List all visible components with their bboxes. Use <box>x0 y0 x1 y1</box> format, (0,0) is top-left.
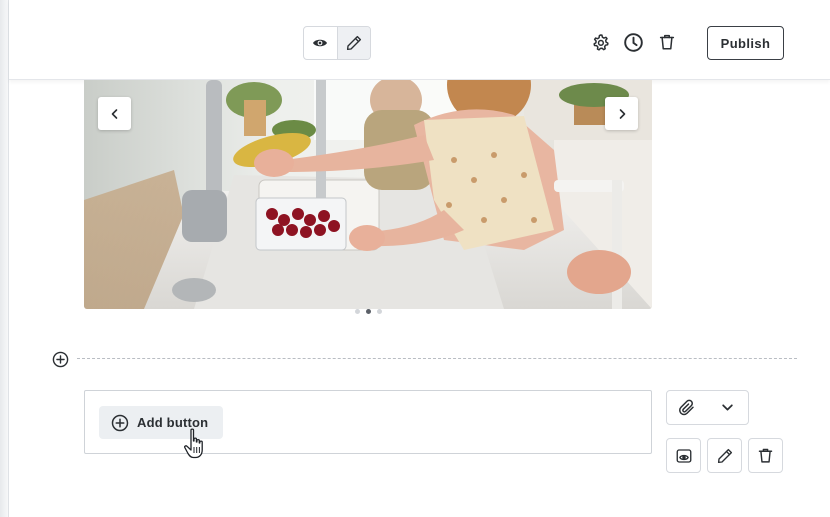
mode-toggle-group <box>303 26 371 60</box>
attach-dropdown-button[interactable] <box>708 391 749 424</box>
delete-page-button[interactable] <box>656 31 678 53</box>
trash-icon <box>758 448 773 463</box>
clock-icon <box>623 32 643 52</box>
attach-button[interactable] <box>667 391 708 424</box>
carousel-dot[interactable] <box>354 308 360 314</box>
toggle-visibility-button[interactable] <box>666 438 701 473</box>
delete-block-button[interactable] <box>748 438 783 473</box>
history-button[interactable] <box>622 31 644 53</box>
edit-mode-button[interactable] <box>336 27 370 59</box>
settings-button[interactable] <box>589 31 611 53</box>
pencil-icon <box>346 35 362 51</box>
carousel-dot-active[interactable] <box>365 308 371 314</box>
chevron-right-icon <box>619 108 625 119</box>
add-section-button[interactable] <box>51 350 69 368</box>
paperclip-icon <box>679 399 694 415</box>
preview-mode-button[interactable] <box>304 27 337 59</box>
eye-slash-icon <box>676 448 691 463</box>
top-toolbar: Publish <box>9 0 830 80</box>
eye-icon <box>313 39 328 47</box>
carousel-image <box>84 80 652 309</box>
pencil-icon <box>717 448 732 463</box>
attachment-group <box>666 390 749 425</box>
hand-pointer-cursor-icon <box>184 428 203 459</box>
carousel-pagination <box>348 307 388 315</box>
left-panel-edge <box>0 0 9 517</box>
gear-icon <box>592 33 609 51</box>
chevron-left-icon <box>111 108 117 119</box>
page: Publish Add button <box>0 0 830 517</box>
plus-circle-icon <box>52 351 68 367</box>
edit-block-button[interactable] <box>707 438 742 473</box>
carousel-next-button[interactable] <box>605 97 638 130</box>
carousel-dot[interactable] <box>376 308 382 314</box>
button-block[interactable]: Add button <box>84 390 652 454</box>
trash-icon <box>659 34 675 50</box>
publish-button[interactable]: Publish <box>707 26 784 60</box>
chevron-down-icon <box>722 404 733 411</box>
plus-circle-icon <box>111 414 129 431</box>
carousel-prev-button[interactable] <box>98 97 131 130</box>
image-carousel <box>84 80 652 309</box>
section-divider <box>77 358 797 359</box>
